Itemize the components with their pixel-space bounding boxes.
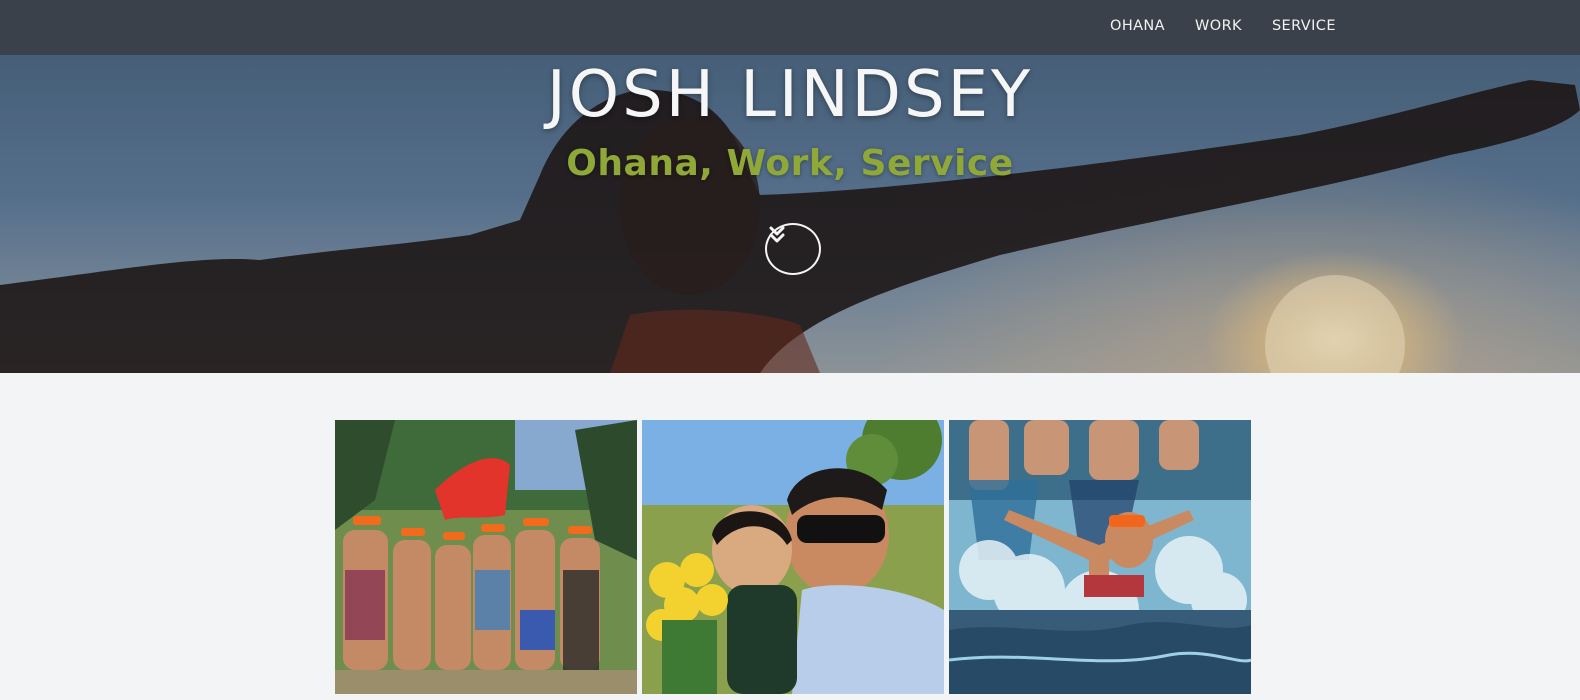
nav-link-service[interactable]: SERVICE (1272, 18, 1336, 34)
top-navbar: OHANA WORK SERVICE (0, 0, 1580, 55)
nav-link-ohana[interactable]: OHANA (1110, 18, 1165, 34)
hero-title: JOSH LINDSEY (546, 58, 1034, 132)
nav-links: OHANA WORK SERVICE (1110, 18, 1366, 34)
nav-link-work[interactable]: WORK (1195, 18, 1242, 34)
waterfall-photo-image (949, 420, 1251, 694)
photo-gallery (335, 420, 1256, 694)
family-photo-image (642, 420, 944, 694)
gallery-photo-waterfall[interactable] (949, 420, 1251, 694)
scroll-down-button[interactable] (765, 223, 821, 275)
group-photo-image (335, 420, 637, 694)
gallery-photo-group[interactable] (335, 420, 637, 694)
hero-banner: JOSH LINDSEY Ohana, Work, Service (0, 55, 1580, 373)
gallery-photo-family[interactable] (642, 420, 944, 694)
chevrons-down-icon (769, 226, 785, 243)
hero-subtitle: Ohana, Work, Service (566, 143, 1014, 184)
